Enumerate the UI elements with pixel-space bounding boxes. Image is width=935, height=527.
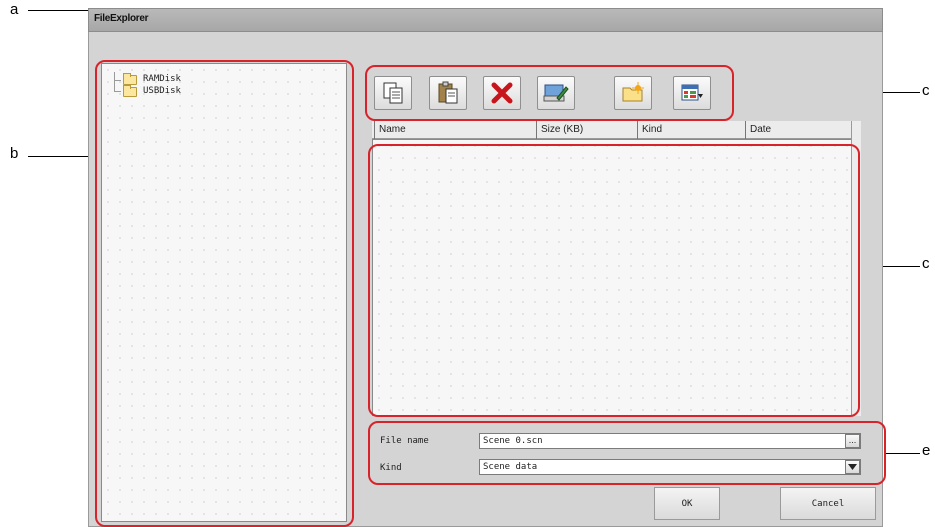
highlight-folder-tree xyxy=(95,60,354,527)
callout-d: c xyxy=(922,255,930,272)
highlight-toolbar xyxy=(365,65,734,121)
cancel-button[interactable]: Cancel xyxy=(780,487,876,520)
callout-a-line xyxy=(28,10,88,11)
callout-e: e xyxy=(922,442,931,459)
column-name[interactable]: Name xyxy=(374,121,536,139)
title-bar[interactable] xyxy=(88,8,883,32)
column-size[interactable]: Size (KB) xyxy=(536,121,637,139)
column-kind[interactable]: Kind xyxy=(637,121,745,139)
window-title: FileExplorer xyxy=(94,13,149,24)
callout-e-line xyxy=(885,453,920,454)
callout-a: a xyxy=(10,1,19,18)
column-date[interactable]: Date xyxy=(745,121,851,139)
callout-c: c xyxy=(922,82,930,99)
highlight-file-list xyxy=(368,144,860,417)
highlight-file-fields xyxy=(368,421,886,485)
callout-b: b xyxy=(10,145,19,162)
ok-button[interactable]: OK xyxy=(654,487,720,520)
